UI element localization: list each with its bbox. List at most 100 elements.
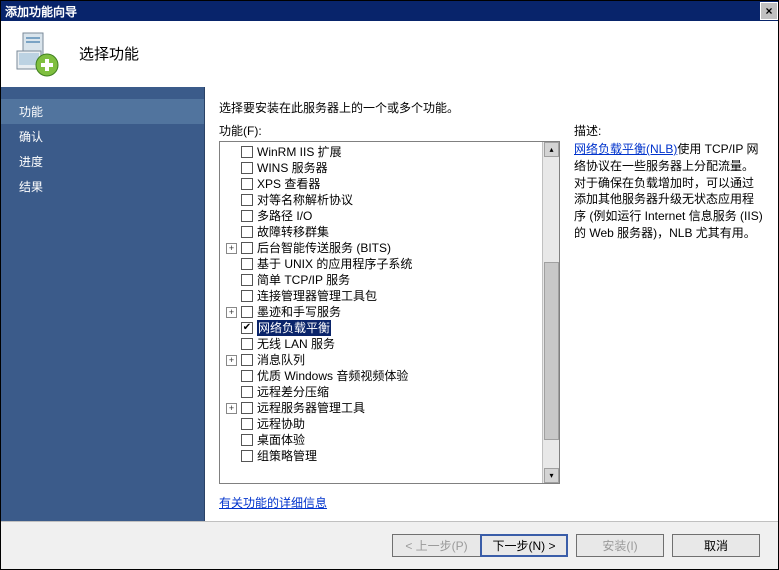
scroll-up-button[interactable]: ▴ [544, 142, 559, 157]
feature-label: 远程差分压缩 [257, 384, 329, 400]
feature-label: 远程服务器管理工具 [257, 400, 365, 416]
sidebar-step[interactable]: 结果 [1, 174, 204, 199]
next-button[interactable]: 下一步(N) > [480, 534, 568, 557]
feature-checkbox[interactable] [241, 242, 253, 254]
feature-checkbox[interactable] [241, 402, 253, 414]
feature-node[interactable]: 组策略管理 [220, 448, 542, 464]
feature-node[interactable]: + 墨迹和手写服务 [220, 304, 542, 320]
feature-label: 多路径 I/O [257, 208, 312, 224]
content-row: 功能(F): WinRM IIS 扩展WINS 服务器XPS 查看器对等名称解析… [219, 122, 764, 511]
feature-checkbox[interactable] [241, 434, 253, 446]
feature-label: 后台智能传送服务 (BITS) [257, 240, 391, 256]
features-column: 功能(F): WinRM IIS 扩展WINS 服务器XPS 查看器对等名称解析… [219, 122, 560, 511]
feature-node[interactable]: + 远程服务器管理工具 [220, 400, 542, 416]
feature-node[interactable]: 远程差分压缩 [220, 384, 542, 400]
features-tree-container: WinRM IIS 扩展WINS 服务器XPS 查看器对等名称解析协议多路径 I… [219, 141, 560, 484]
feature-label: WinRM IIS 扩展 [257, 144, 342, 160]
feature-node[interactable]: XPS 查看器 [220, 176, 542, 192]
feature-label: 组策略管理 [257, 448, 317, 464]
feature-label: 故障转移群集 [257, 224, 329, 240]
feature-node[interactable]: 桌面体验 [220, 432, 542, 448]
feature-checkbox[interactable] [241, 370, 253, 382]
expand-icon[interactable]: + [226, 243, 237, 254]
feature-label: 桌面体验 [257, 432, 305, 448]
feature-node[interactable]: WINS 服务器 [220, 160, 542, 176]
description-column: 描述: 网络负载平衡(NLB)使用 TCP/IP 网络协议在一些服务器上分配流量… [574, 122, 764, 511]
features-tree[interactable]: WinRM IIS 扩展WINS 服务器XPS 查看器对等名称解析协议多路径 I… [220, 142, 542, 483]
expand-icon[interactable]: + [226, 403, 237, 414]
feature-checkbox[interactable] [241, 386, 253, 398]
feature-label: 简单 TCP/IP 服务 [257, 272, 350, 288]
body: 功能确认进度结果 选择要安装在此服务器上的一个或多个功能。 功能(F): Win… [1, 87, 778, 521]
feature-checkbox[interactable] [241, 162, 253, 174]
sidebar-step[interactable]: 确认 [1, 124, 204, 149]
feature-checkbox[interactable] [241, 194, 253, 206]
feature-label: 无线 LAN 服务 [257, 336, 335, 352]
scrollbar[interactable]: ▴ ▾ [542, 142, 559, 483]
sidebar: 功能确认进度结果 [1, 87, 205, 521]
prev-button[interactable]: < 上一步(P) [392, 534, 480, 557]
feature-checkbox[interactable] [241, 306, 253, 318]
install-button[interactable]: 安装(I) [576, 534, 664, 557]
feature-checkbox[interactable] [241, 226, 253, 238]
nav-button-group: < 上一步(P) 下一步(N) > [392, 534, 568, 557]
sidebar-step[interactable]: 进度 [1, 149, 204, 174]
sidebar-step[interactable]: 功能 [1, 99, 204, 124]
feature-label: 墨迹和手写服务 [257, 304, 341, 320]
wizard-icon [13, 29, 63, 79]
more-info-link[interactable]: 有关功能的详细信息 [219, 494, 560, 511]
feature-node[interactable]: 远程协助 [220, 416, 542, 432]
feature-node[interactable]: 无线 LAN 服务 [220, 336, 542, 352]
expand-icon[interactable]: + [226, 355, 237, 366]
close-button[interactable]: × [760, 2, 778, 20]
description-text: 网络负载平衡(NLB)使用 TCP/IP 网络协议在一些服务器上分配流量。对于确… [574, 141, 764, 242]
header: 选择功能 [1, 21, 778, 87]
feature-node[interactable]: 对等名称解析协议 [220, 192, 542, 208]
feature-label: 远程协助 [257, 416, 305, 432]
description-link[interactable]: 网络负载平衡(NLB) [574, 142, 677, 156]
feature-checkbox[interactable] [241, 258, 253, 270]
feature-node[interactable]: WinRM IIS 扩展 [220, 144, 542, 160]
features-label: 功能(F): [219, 122, 560, 139]
titlebar: 添加功能向导 × [1, 1, 778, 21]
wizard-window: 添加功能向导 × 选择功能 功能确认进度结果 选择要安装在此服务器上的一个或多个… [0, 0, 779, 570]
feature-label: 优质 Windows 音频视频体验 [257, 368, 408, 384]
feature-label: 基于 UNIX 的应用程序子系统 [257, 256, 412, 272]
main-panel: 选择要安装在此服务器上的一个或多个功能。 功能(F): WinRM IIS 扩展… [205, 87, 778, 521]
feature-checkbox[interactable] [241, 146, 253, 158]
feature-label: 连接管理器管理工具包 [257, 288, 377, 304]
scroll-thumb[interactable] [544, 262, 559, 440]
feature-checkbox[interactable] [241, 178, 253, 190]
feature-node[interactable]: 基于 UNIX 的应用程序子系统 [220, 256, 542, 272]
feature-checkbox[interactable] [241, 210, 253, 222]
feature-checkbox[interactable] [241, 418, 253, 430]
feature-checkbox[interactable] [241, 274, 253, 286]
feature-node[interactable]: + 后台智能传送服务 (BITS) [220, 240, 542, 256]
scroll-down-button[interactable]: ▾ [544, 468, 559, 483]
window-title: 添加功能向导 [5, 3, 77, 20]
feature-checkbox[interactable] [241, 338, 253, 350]
feature-checkbox[interactable] [241, 322, 253, 334]
feature-node[interactable]: 网络负载平衡 [220, 320, 542, 336]
instruction-text: 选择要安装在此服务器上的一个或多个功能。 [219, 99, 764, 116]
page-title: 选择功能 [79, 43, 139, 64]
feature-label: 网络负载平衡 [257, 320, 331, 336]
feature-label: WINS 服务器 [257, 160, 328, 176]
description-body: 使用 TCP/IP 网络协议在一些服务器上分配流量。对于确保在负载增加时，可以通… [574, 142, 763, 240]
expand-icon[interactable]: + [226, 307, 237, 318]
feature-checkbox[interactable] [241, 450, 253, 462]
footer: < 上一步(P) 下一步(N) > 安装(I) 取消 [1, 521, 778, 569]
feature-node[interactable]: 连接管理器管理工具包 [220, 288, 542, 304]
feature-checkbox[interactable] [241, 354, 253, 366]
feature-label: XPS 查看器 [257, 176, 320, 192]
feature-checkbox[interactable] [241, 290, 253, 302]
feature-node[interactable]: 简单 TCP/IP 服务 [220, 272, 542, 288]
feature-node[interactable]: + 消息队列 [220, 352, 542, 368]
feature-node[interactable]: 优质 Windows 音频视频体验 [220, 368, 542, 384]
feature-node[interactable]: 故障转移群集 [220, 224, 542, 240]
feature-label: 对等名称解析协议 [257, 192, 353, 208]
cancel-button[interactable]: 取消 [672, 534, 760, 557]
feature-node[interactable]: 多路径 I/O [220, 208, 542, 224]
feature-label: 消息队列 [257, 352, 305, 368]
description-label: 描述: [574, 122, 764, 139]
